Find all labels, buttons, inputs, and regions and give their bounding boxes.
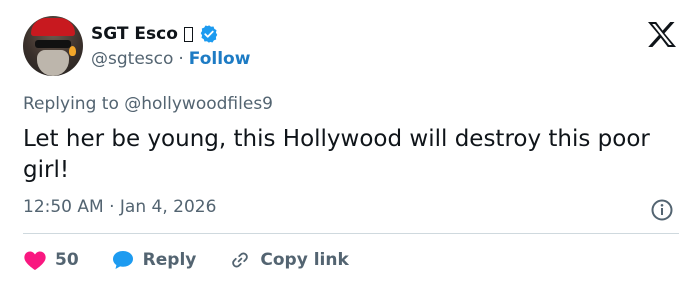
divider: [23, 233, 679, 234]
name-emoji-placeholder-icon: [183, 26, 193, 42]
tweet-embed: SGT Esco @sgtesco · Follow Replying to @…: [0, 0, 700, 287]
avatar-lighter-flame: [69, 46, 76, 56]
handle-separator: ·: [178, 49, 184, 69]
tweet-date: Jan 4, 2026: [119, 197, 217, 217]
reply-button[interactable]: Reply: [111, 249, 197, 271]
reply-bubble-icon: [112, 251, 133, 269]
action-bar: 50 Reply Copy link: [23, 246, 381, 274]
avatar-cap: [31, 18, 75, 36]
timestamp-separator: ·: [109, 197, 115, 217]
x-logo-icon[interactable]: [647, 21, 677, 48]
author-handle[interactable]: @sgtesco: [91, 49, 173, 69]
like-button[interactable]: 50: [23, 249, 79, 271]
copy-link-button[interactable]: Copy link: [228, 249, 349, 271]
tweet-text: Let her be young, this Hollywood will de…: [23, 126, 650, 183]
reply-context-mention[interactable]: @hollywoodfiles9: [124, 94, 273, 114]
tweet-time: 12:50 AM: [23, 197, 104, 217]
info-icon[interactable]: [650, 198, 674, 222]
author-handle-row: @sgtesco · Follow: [91, 49, 250, 69]
avatar-beard: [37, 50, 69, 76]
author-name-row: SGT Esco: [91, 22, 219, 46]
copy-link-label: Copy link: [260, 250, 349, 270]
reply-context: Replying to @hollywoodfiles9: [23, 94, 273, 114]
reply-context-prefix: Replying to: [23, 94, 119, 114]
link-icon: [232, 252, 249, 268]
author-name[interactable]: SGT Esco: [91, 24, 178, 44]
tweet-timestamp[interactable]: 12:50 AM · Jan 4, 2026: [23, 197, 216, 217]
heart-icon: [24, 251, 46, 270]
reply-label: Reply: [142, 250, 197, 270]
like-count: 50: [55, 250, 79, 270]
avatar[interactable]: [23, 16, 83, 76]
verified-badge-icon: [200, 25, 218, 43]
avatar-sunglasses: [35, 40, 71, 48]
follow-link[interactable]: Follow: [189, 49, 251, 69]
